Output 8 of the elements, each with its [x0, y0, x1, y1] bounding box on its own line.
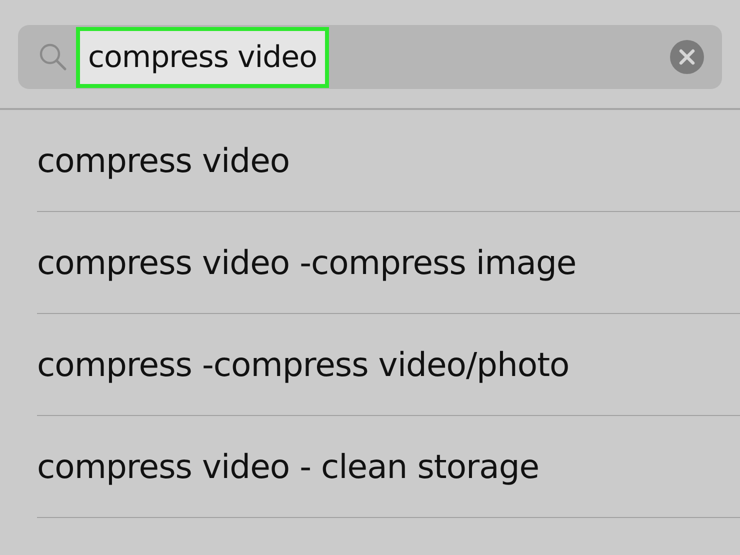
search-icon	[38, 42, 68, 72]
suggestion-item[interactable]: compress video	[37, 141, 290, 180]
search-text: compress video	[76, 26, 329, 88]
search-field[interactable]: compress video	[18, 25, 722, 89]
suggestion-item[interactable]: compress -compress video/photo	[37, 345, 570, 384]
suggestion-item[interactable]: compress video -compress image	[37, 243, 576, 282]
clear-icon[interactable]	[670, 40, 704, 74]
suggestion-item[interactable]: compress video - clean storage	[37, 447, 540, 486]
